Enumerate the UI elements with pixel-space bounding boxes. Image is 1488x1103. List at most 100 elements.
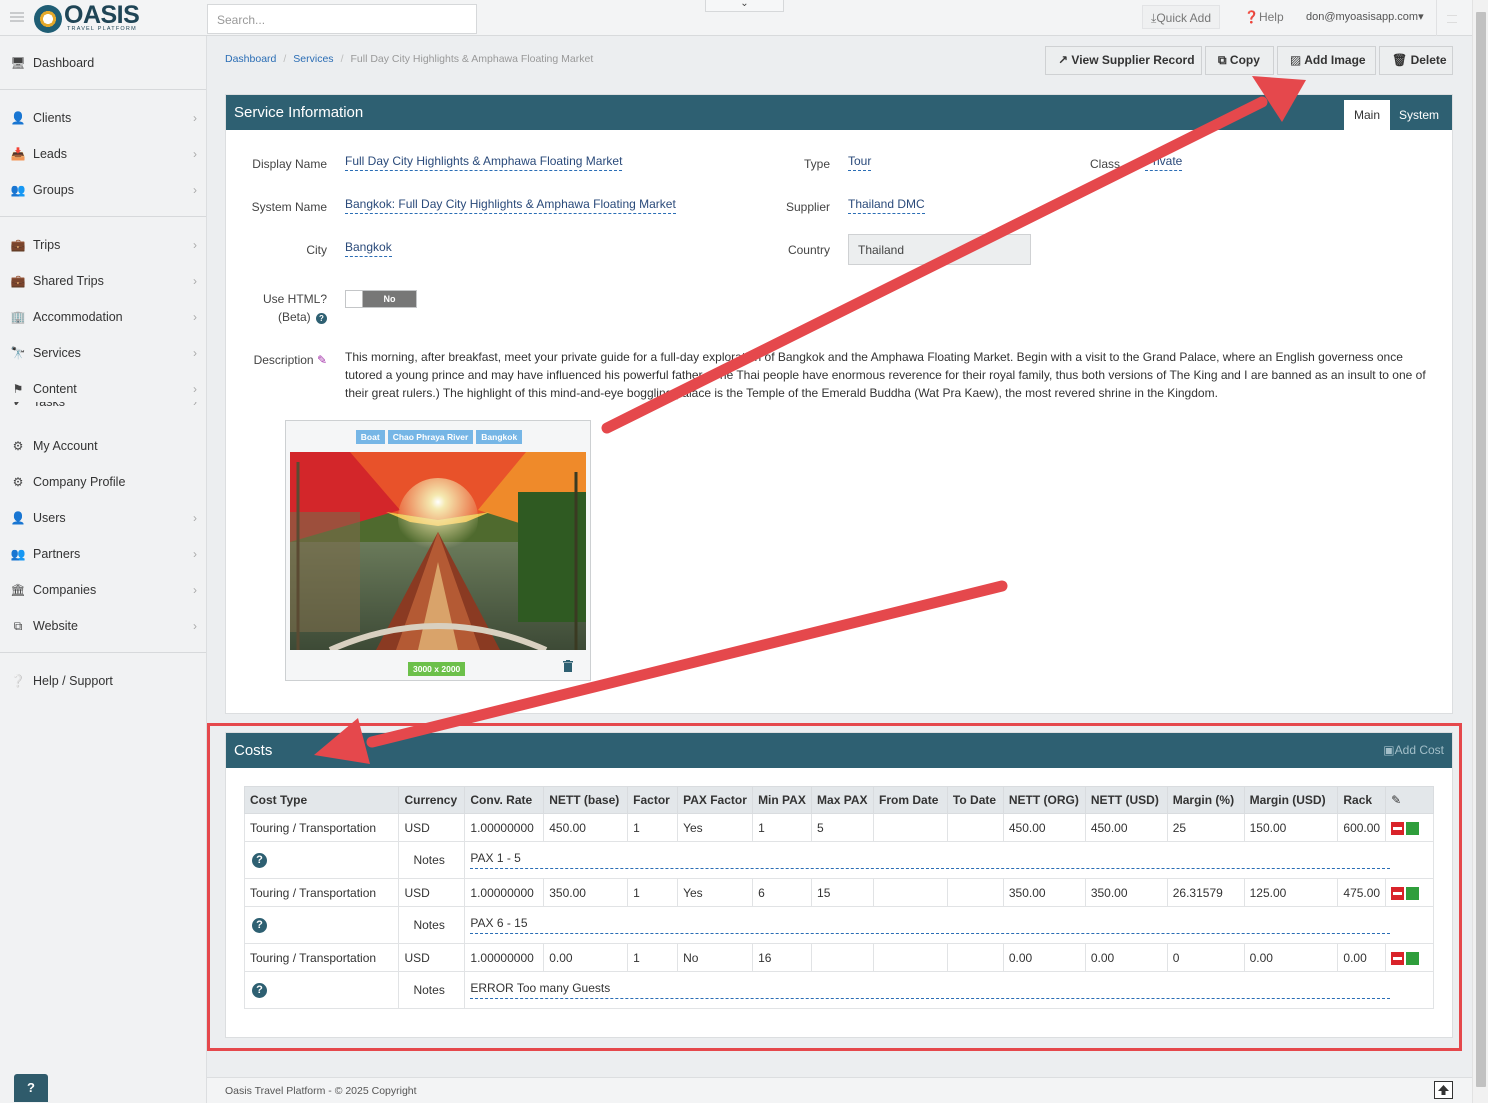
- chevron-down-icon[interactable]: ⌄: [705, 0, 784, 12]
- grip-icon[interactable]: [1436, 0, 1466, 36]
- sidebar-item-label: Users: [33, 511, 66, 525]
- bank-icon: 🏛: [10, 583, 26, 597]
- longtail-boat-photo: [290, 452, 586, 650]
- external-link-icon: ↗: [1058, 53, 1069, 67]
- trash-icon[interactable]: [562, 660, 574, 672]
- sidebar-item-label: Groups: [33, 183, 74, 197]
- menu-icon[interactable]: [10, 12, 24, 22]
- description-label: Description ✎: [227, 353, 327, 367]
- chevron-right-icon: ›: [193, 511, 197, 525]
- type-value[interactable]: Tour: [848, 154, 872, 171]
- sidebar-item-label: Company Profile: [33, 475, 126, 489]
- service-photo[interactable]: [290, 452, 586, 650]
- add-image-button[interactable]: ▨ Add Image: [1277, 46, 1376, 75]
- tab-system[interactable]: System: [1389, 100, 1449, 130]
- breadcrumb-services[interactable]: Services: [293, 53, 333, 65]
- sidebar-item-content[interactable]: ⚑ Content ›: [0, 374, 206, 404]
- sidebar-item-partners[interactable]: 👥 Partners ›: [0, 539, 206, 569]
- chevron-right-icon: ›: [193, 619, 197, 633]
- chevron-right-icon: ›: [193, 310, 197, 324]
- caret-down-icon: ▾: [1418, 11, 1424, 23]
- system-name-value[interactable]: Bangkok: Full Day City Highlights & Amph…: [345, 197, 676, 214]
- logo[interactable]: OASIS TRAVEL PLATFORM: [34, 1, 146, 34]
- city-label: City: [306, 243, 327, 257]
- quick-add-button[interactable]: ⤓Quick Add: [1142, 5, 1221, 29]
- chevron-right-icon: ›: [193, 111, 197, 125]
- service-information-header: Service Information Main System: [226, 95, 1452, 130]
- image-tag[interactable]: Boat: [355, 430, 385, 444]
- supplier-value[interactable]: Thailand DMC: [848, 197, 925, 214]
- sidebar-item-services[interactable]: 🔭 Services ›: [0, 338, 206, 368]
- question-circle-icon[interactable]: ?: [316, 313, 327, 324]
- copy-button[interactable]: ⧉ Copy: [1205, 46, 1274, 75]
- trash-icon: 🗑: [1392, 53, 1408, 67]
- image-tag[interactable]: Bangkok: [476, 430, 523, 444]
- image-icon: ▨: [1290, 53, 1302, 67]
- building-icon: 🏢: [10, 310, 26, 324]
- sidebar-item-label: My Account: [33, 439, 98, 453]
- sidebar-item-help-support[interactable]: ❔ Help / Support: [0, 666, 206, 696]
- users-icon: 👥: [10, 547, 26, 561]
- footer: Oasis Travel Platform - © 2025 Copyright: [207, 1077, 1472, 1103]
- quick-add-label: Quick Add: [1156, 11, 1212, 25]
- sidebar-item-label: Services: [33, 346, 81, 360]
- display-name-value[interactable]: Full Day City Highlights & Amphawa Float…: [345, 154, 623, 171]
- sidebar-item-dashboard[interactable]: 🖥 Dashboard: [0, 48, 206, 78]
- sidebar-divider: [0, 89, 206, 90]
- description-label-text: Description: [253, 353, 314, 367]
- delete-button[interactable]: 🗑 Delete: [1379, 46, 1453, 75]
- use-html-toggle[interactable]: No: [345, 290, 417, 308]
- help-label: Help: [1258, 10, 1284, 24]
- city-value[interactable]: Bangkok: [345, 240, 392, 257]
- sidebar-item-label: Companies: [33, 583, 97, 597]
- scrollbar-thumb[interactable]: [1476, 12, 1486, 1087]
- sidebar-item-company-profile[interactable]: ⚙ Company Profile: [0, 467, 206, 497]
- image-tag[interactable]: Chao Phraya River: [387, 430, 474, 444]
- sidebar-item-companies[interactable]: 🏛 Companies ›: [0, 575, 206, 605]
- user-icon: 👤: [10, 111, 26, 125]
- user-menu[interactable]: don@myoasisapp.com▾: [1298, 5, 1432, 29]
- supplier-label: Supplier: [785, 200, 830, 214]
- use-html-beta-text: (Beta): [277, 310, 311, 324]
- scrollbar[interactable]: [1472, 0, 1488, 1103]
- breadcrumb-separator: /: [283, 53, 287, 65]
- question-circle-icon: ❓: [1244, 10, 1259, 24]
- country-field: Thailand: [848, 234, 1031, 265]
- sidebar-item-trips[interactable]: 💼 Trips ›: [0, 230, 206, 260]
- sidebar-item-groups[interactable]: 👥 Groups ›: [0, 175, 206, 205]
- sidebar-item-shared-trips[interactable]: 💼 Shared Trips ›: [0, 266, 206, 296]
- breadcrumb-dashboard[interactable]: Dashboard: [225, 53, 276, 65]
- user-icon: 👤: [10, 511, 26, 525]
- inbox-icon: 📥: [10, 147, 26, 161]
- sidebar-item-accommodation[interactable]: 🏢 Accommodation ›: [0, 302, 206, 332]
- sidebar-item-users[interactable]: 👤 Users ›: [0, 503, 206, 533]
- sidebar-item-leads[interactable]: 📥 Leads ›: [0, 139, 206, 169]
- flag-icon: ⚑: [12, 382, 24, 396]
- help-bubble-button[interactable]: ?: [14, 1074, 48, 1102]
- toggle-knob: [346, 291, 363, 307]
- sidebar-item-website[interactable]: ⧉ Website ›: [0, 611, 206, 641]
- chevron-right-icon: ›: [193, 547, 197, 561]
- class-label: Class: [1090, 157, 1121, 171]
- view-supplier-record-button[interactable]: ↗ View Supplier Record: [1045, 46, 1202, 75]
- display-name-label: Display Name: [252, 157, 327, 171]
- sidebar-item-label: Help / Support: [33, 674, 113, 688]
- service-image-card: Boat Chao Phraya River Bangkok 3000 x 20…: [285, 420, 591, 681]
- help-button[interactable]: ❓Help: [1236, 5, 1292, 29]
- sidebar-item-label: Content: [33, 382, 77, 396]
- back-to-top-button[interactable]: [1434, 1081, 1453, 1099]
- edit-icon[interactable]: ✎: [314, 353, 327, 367]
- monitor-icon: 🖥: [10, 56, 26, 70]
- logo-mark: [34, 5, 62, 33]
- tab-main[interactable]: Main: [1344, 100, 1391, 130]
- description-text[interactable]: This morning, after breakfast, meet your…: [345, 348, 1435, 402]
- costs-highlight-box: [207, 723, 1462, 1051]
- sidebar-item-tasks[interactable]: ✔ Tasks ›: [0, 402, 206, 417]
- breadcrumb: Dashboard / Services / Full Day City Highlig…: [225, 53, 593, 65]
- sidebar-item-my-account[interactable]: ⚙ My Account: [0, 431, 206, 461]
- service-information-title: Service Information: [234, 104, 364, 121]
- class-value[interactable]: Private: [1145, 154, 1183, 171]
- sidebar-item-label: Clients: [33, 111, 72, 125]
- sidebar-item-clients[interactable]: 👤 Clients ›: [0, 103, 206, 133]
- search-input[interactable]: Search...: [207, 4, 477, 34]
